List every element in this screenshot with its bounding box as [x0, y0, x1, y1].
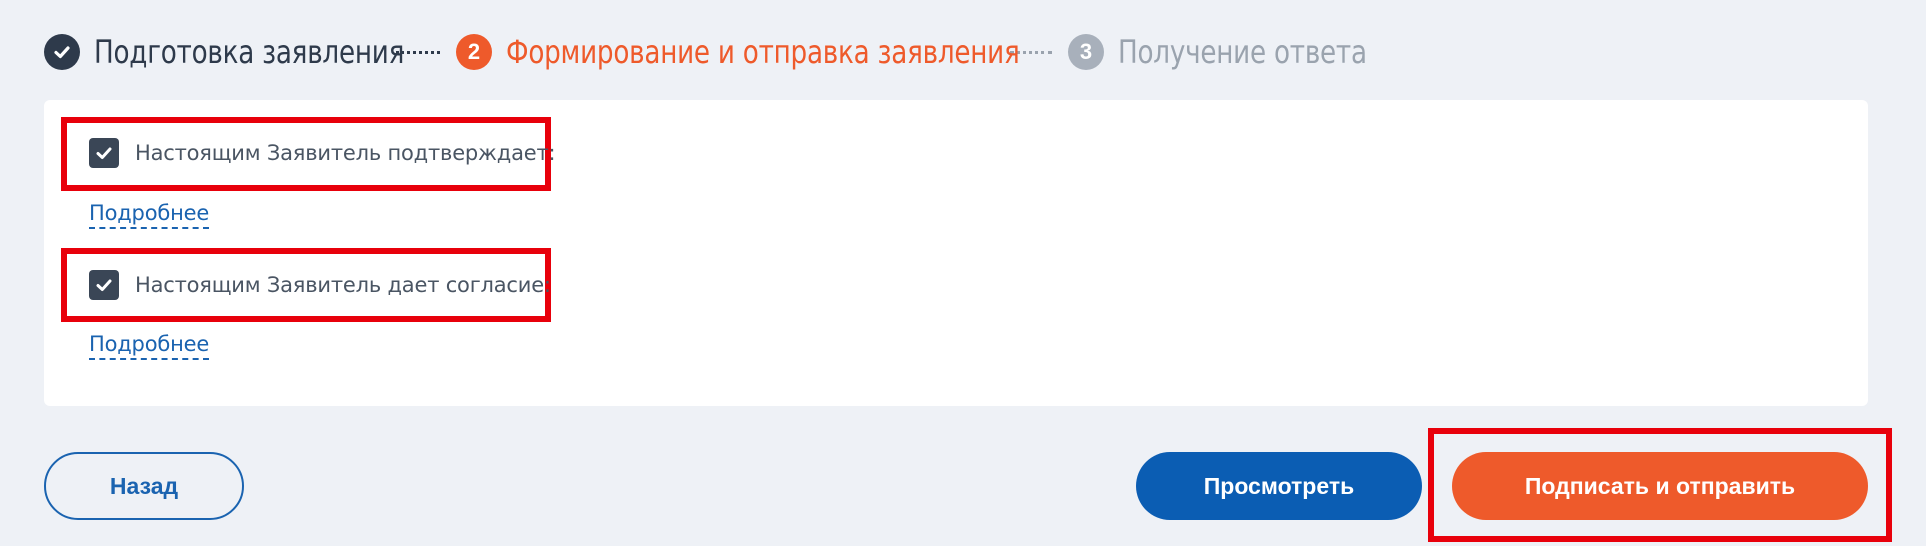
step-label-preparation: Подготовка заявления: [94, 33, 405, 71]
back-button[interactable]: Назад: [44, 452, 244, 520]
consent-item-agree[interactable]: Настоящим Заявитель дает согласие:: [89, 270, 551, 300]
consent-label-agree: Настоящим Заявитель дает согласие:: [135, 273, 551, 297]
step-preparation: Подготовка заявления: [44, 33, 404, 71]
step-label-submission: Формирование и отправка заявления: [506, 33, 1020, 71]
step-submission: 2 Формирование и отправка заявления: [456, 33, 1020, 71]
consent-label-confirm: Настоящим Заявитель подтверждает:: [135, 141, 556, 165]
check-circle-icon: [44, 34, 80, 70]
consent-card: Настоящим Заявитель подтверждает: Подроб…: [44, 100, 1868, 406]
sign-and-send-button[interactable]: Подписать и отправить: [1452, 452, 1868, 520]
step-response: 3 Получение ответа: [1068, 33, 1378, 71]
checkbox-agree[interactable]: [89, 270, 119, 300]
checkmark-icon: [96, 147, 112, 159]
more-link-agree[interactable]: Подробнее: [89, 332, 209, 360]
checkmark-icon: [96, 279, 112, 291]
more-link-confirm[interactable]: Подробнее: [89, 201, 209, 229]
progress-stepper: Подготовка заявления 2 Формирование и от…: [44, 30, 1378, 74]
step-number-badge: 2: [456, 34, 492, 70]
step-label-response: Получение ответа: [1118, 33, 1367, 71]
consent-item-confirm[interactable]: Настоящим Заявитель подтверждает:: [89, 138, 556, 168]
checkbox-confirm[interactable]: [89, 138, 119, 168]
preview-button[interactable]: Просмотреть: [1136, 452, 1422, 520]
step-number-badge: 3: [1068, 34, 1104, 70]
